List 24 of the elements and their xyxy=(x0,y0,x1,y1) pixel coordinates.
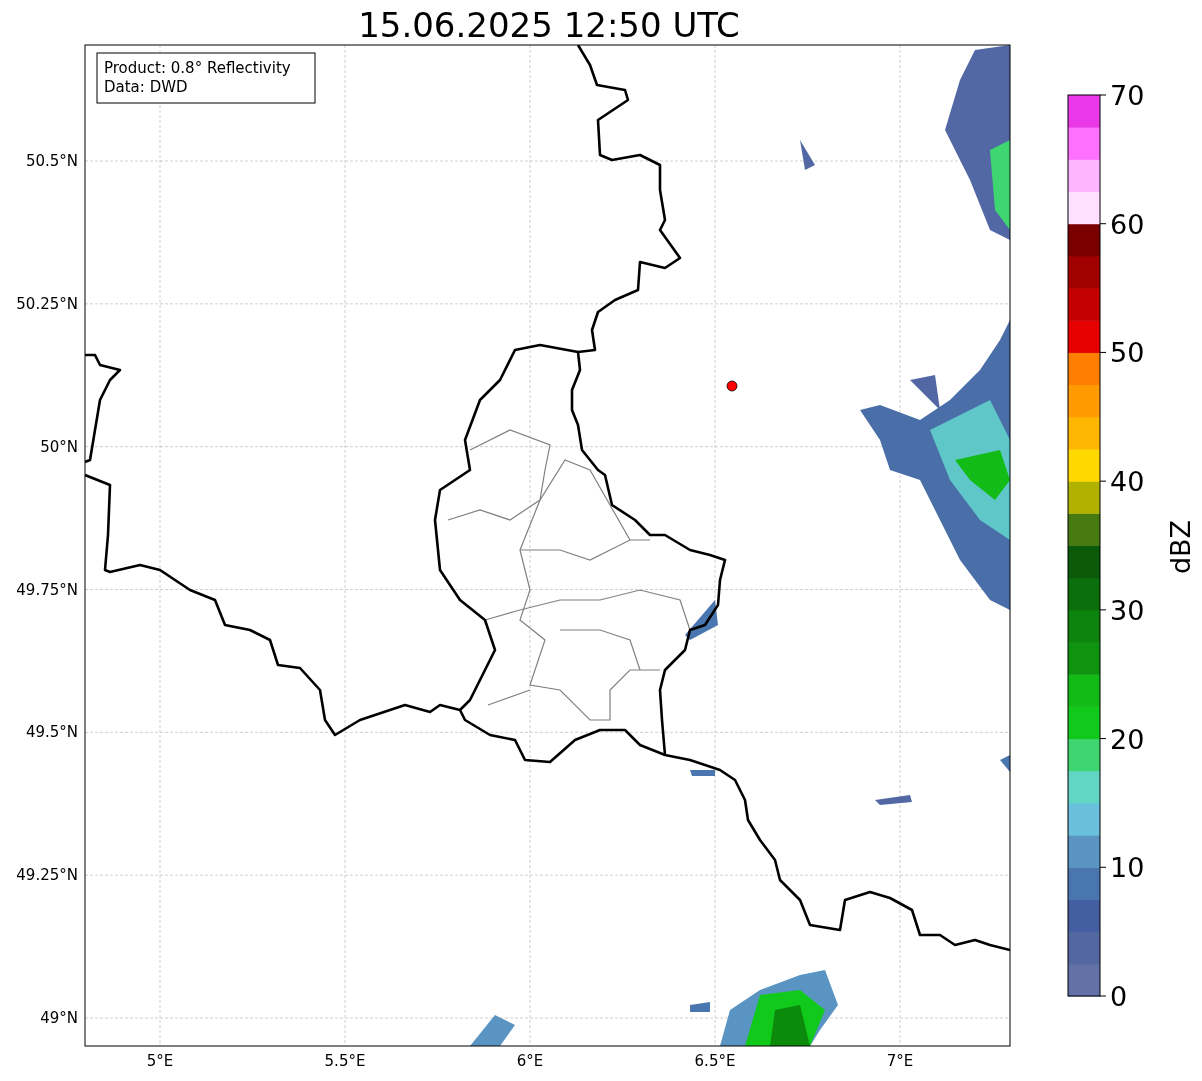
latitude-label: 50°N xyxy=(40,437,78,456)
chart-title: 15.06.2025 12:50 UTC xyxy=(358,5,740,45)
info-text: Product: 0.8° Reflectivity xyxy=(104,59,291,77)
latitude-label: 50.25°N xyxy=(16,294,78,313)
latitude-label: 50.5°N xyxy=(25,152,78,170)
colorbar-tick-label: 60 xyxy=(1110,208,1145,240)
colorbar-tick-label: 40 xyxy=(1110,466,1145,498)
latitude-label: 49.75°N xyxy=(16,580,78,599)
colorbar-tick-label: 20 xyxy=(1110,723,1145,755)
colorbar-tick-label: 30 xyxy=(1110,594,1145,626)
longitude-label: 5.5°E xyxy=(324,1052,366,1070)
colorbar-tick-label: 0 xyxy=(1110,981,1128,1012)
longitude-label: 5°E xyxy=(146,1052,174,1070)
latitude-label: 49°N xyxy=(40,1009,78,1027)
latitude-label: 49.25°N xyxy=(16,866,78,885)
longitude-label: 7°E xyxy=(886,1052,914,1070)
longitude-label: 6.5°E xyxy=(694,1052,736,1070)
longitude-label: 6°E xyxy=(516,1052,544,1070)
info-text: Data: DWD xyxy=(104,78,188,96)
colorbar-label: dBZ xyxy=(1165,519,1196,575)
colorbar-tick-label: 70 xyxy=(1110,80,1145,111)
latitude-label: 49.5°N xyxy=(25,723,78,742)
colorbar-tick-label: 50 xyxy=(1110,337,1145,369)
colorbar-tick-label: 10 xyxy=(1110,852,1145,884)
